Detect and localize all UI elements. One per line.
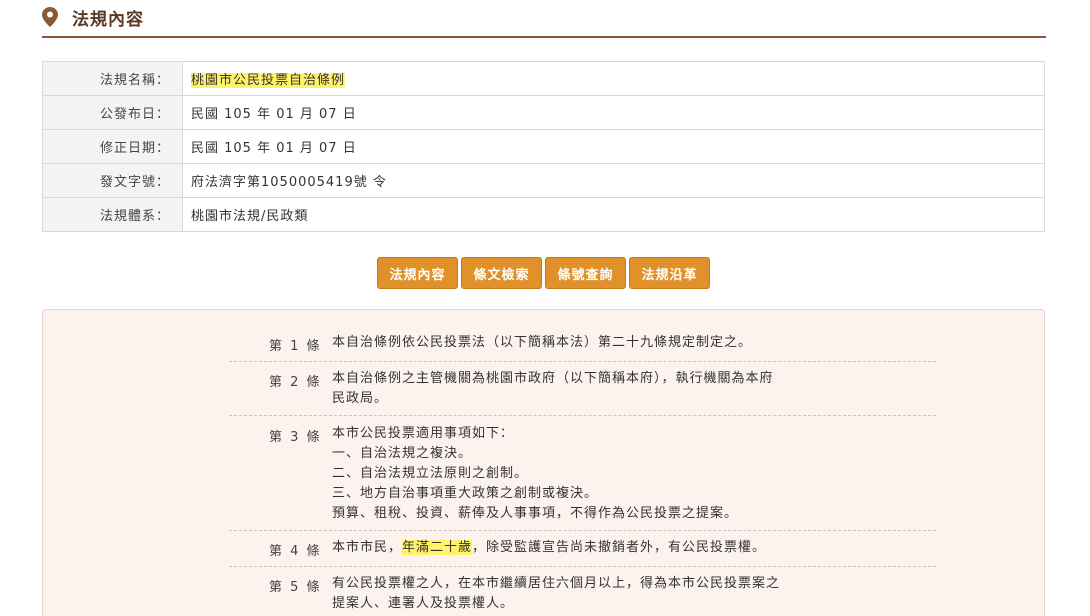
tab-article-number-query[interactable]: 條號查詢 bbox=[545, 257, 626, 289]
article-line: 本市公民投票適用事項如下： bbox=[332, 426, 515, 441]
article-line: 本市市民，年滿二十歲，除受監護宣告尚未撤銷者外，有公民投票權。 bbox=[332, 538, 802, 558]
article-line: 本自治條例之主管機關為桃園市政府（以下簡稱本府），執行機關為本府 bbox=[332, 371, 774, 386]
regulation-name-highlight: 桃園市公民投票自治條例 bbox=[191, 73, 346, 88]
section-header: 法規內容 bbox=[42, 0, 1046, 38]
article-number: 第 3 條 bbox=[269, 430, 322, 445]
article-number: 第 2 條 bbox=[269, 375, 322, 390]
article-text-segment: ，除受監護宣告尚未撤銷者外，有公民投票權。 bbox=[472, 540, 767, 555]
article-text-segment: 本市市民， bbox=[332, 540, 403, 555]
info-row-publish-date: 公發布日： 民國 105 年 01 月 07 日 bbox=[42, 95, 1045, 130]
tab-regulation-history[interactable]: 法規沿革 bbox=[629, 257, 710, 289]
article-line: 三、地方自治事項重大政策之創制或複決。 bbox=[332, 486, 599, 501]
info-label: 法規名稱： bbox=[42, 61, 183, 96]
article-item: 第 3 條 本市公民投票適用事項如下： 一、自治法規之複決。 二、自治法規立法原… bbox=[229, 426, 936, 531]
article-item: 第 4 條 本市市民，年滿二十歲，除受監護宣告尚未撤銷者外，有公民投票權。 bbox=[229, 540, 936, 567]
article-line: 一、自治法規之複決。 bbox=[332, 446, 473, 461]
article-line: 預算、租稅、投資、薪俸及人事事項，不得作為公民投票之提案。 bbox=[332, 506, 739, 521]
article-item: 第 5 條 有公民投票權之人，在本市繼續居住六個月以上，得為本市公民投票案之 提… bbox=[229, 576, 936, 616]
info-label: 發文字號： bbox=[42, 163, 183, 198]
info-value: 民國 105 年 01 月 07 日 bbox=[182, 95, 1045, 130]
article-number: 第 1 條 bbox=[269, 339, 322, 354]
info-row-amend-date: 修正日期： 民國 105 年 01 月 07 日 bbox=[42, 129, 1045, 164]
article-text: 本自治條例之主管機關為桃園市政府（以下簡稱本府），執行機關為本府 民政局。 bbox=[332, 369, 802, 409]
info-label: 公發布日： bbox=[42, 95, 183, 130]
article-line: 本自治條例依公民投票法（以下簡稱本法）第二十九條規定制定之。 bbox=[332, 335, 753, 350]
article-number: 第 5 條 bbox=[269, 580, 322, 595]
article-line: 民政局。 bbox=[332, 391, 389, 406]
article-line: 有公民投票權之人，在本市繼續居住六個月以上，得為本市公民投票案之 bbox=[332, 576, 781, 591]
article-item: 第 1 條 本自治條例依公民投票法（以下簡稱本法）第二十九條規定制定之。 bbox=[229, 335, 936, 362]
info-value: 民國 105 年 01 月 07 日 bbox=[182, 129, 1045, 164]
article-text: 本市公民投票適用事項如下： 一、自治法規之複決。 二、自治法規立法原則之創制。 … bbox=[332, 424, 802, 524]
article-text: 本自治條例依公民投票法（以下簡稱本法）第二十九條規定制定之。 bbox=[332, 333, 802, 353]
map-pin-icon bbox=[42, 7, 58, 27]
info-row-category: 法規體系： 桃園市法規/民政類 bbox=[42, 197, 1045, 232]
age-requirement-highlight: 年滿二十歲 bbox=[402, 540, 473, 555]
info-row-document-number: 發文字號： 府法濟字第1050005419號 令 bbox=[42, 163, 1045, 198]
article-line: 二、自治法規立法原則之創制。 bbox=[332, 466, 529, 481]
regulation-info-table: 法規名稱： 桃園市公民投票自治條例 公發布日： 民國 105 年 01 月 07… bbox=[42, 61, 1045, 232]
page-title: 法規內容 bbox=[72, 10, 144, 30]
article-text: 本市市民，年滿二十歲，除受監護宣告尚未撤銷者外，有公民投票權。 bbox=[332, 538, 802, 558]
info-value: 府法濟字第1050005419號 令 bbox=[182, 163, 1045, 198]
info-label: 法規體系： bbox=[42, 197, 183, 232]
articles-panel: 第 1 條 本自治條例依公民投票法（以下簡稱本法）第二十九條規定制定之。 第 2… bbox=[42, 309, 1045, 616]
article-item: 第 2 條 本自治條例之主管機關為桃園市政府（以下簡稱本府），執行機關為本府 民… bbox=[229, 371, 936, 416]
info-value: 桃園市公民投票自治條例 bbox=[182, 61, 1045, 96]
article-number: 第 4 條 bbox=[269, 544, 322, 559]
info-row-name: 法規名稱： 桃園市公民投票自治條例 bbox=[42, 61, 1045, 96]
tab-article-search[interactable]: 條文檢索 bbox=[461, 257, 542, 289]
tab-regulation-content[interactable]: 法規內容 bbox=[377, 257, 458, 289]
info-label: 修正日期： bbox=[42, 129, 183, 164]
article-text: 有公民投票權之人，在本市繼續居住六個月以上，得為本市公民投票案之 提案人、連署人… bbox=[332, 574, 802, 614]
page: 法規內容 法規名稱： 桃園市公民投票自治條例 公發布日： 民國 105 年 01… bbox=[0, 0, 1090, 616]
tab-bar: 法規內容 條文檢索 條號查詢 法規沿革 bbox=[377, 257, 710, 289]
article-line: 提案人、連署人及投票權人。 bbox=[332, 596, 515, 611]
info-value: 桃園市法規/民政類 bbox=[182, 197, 1045, 232]
